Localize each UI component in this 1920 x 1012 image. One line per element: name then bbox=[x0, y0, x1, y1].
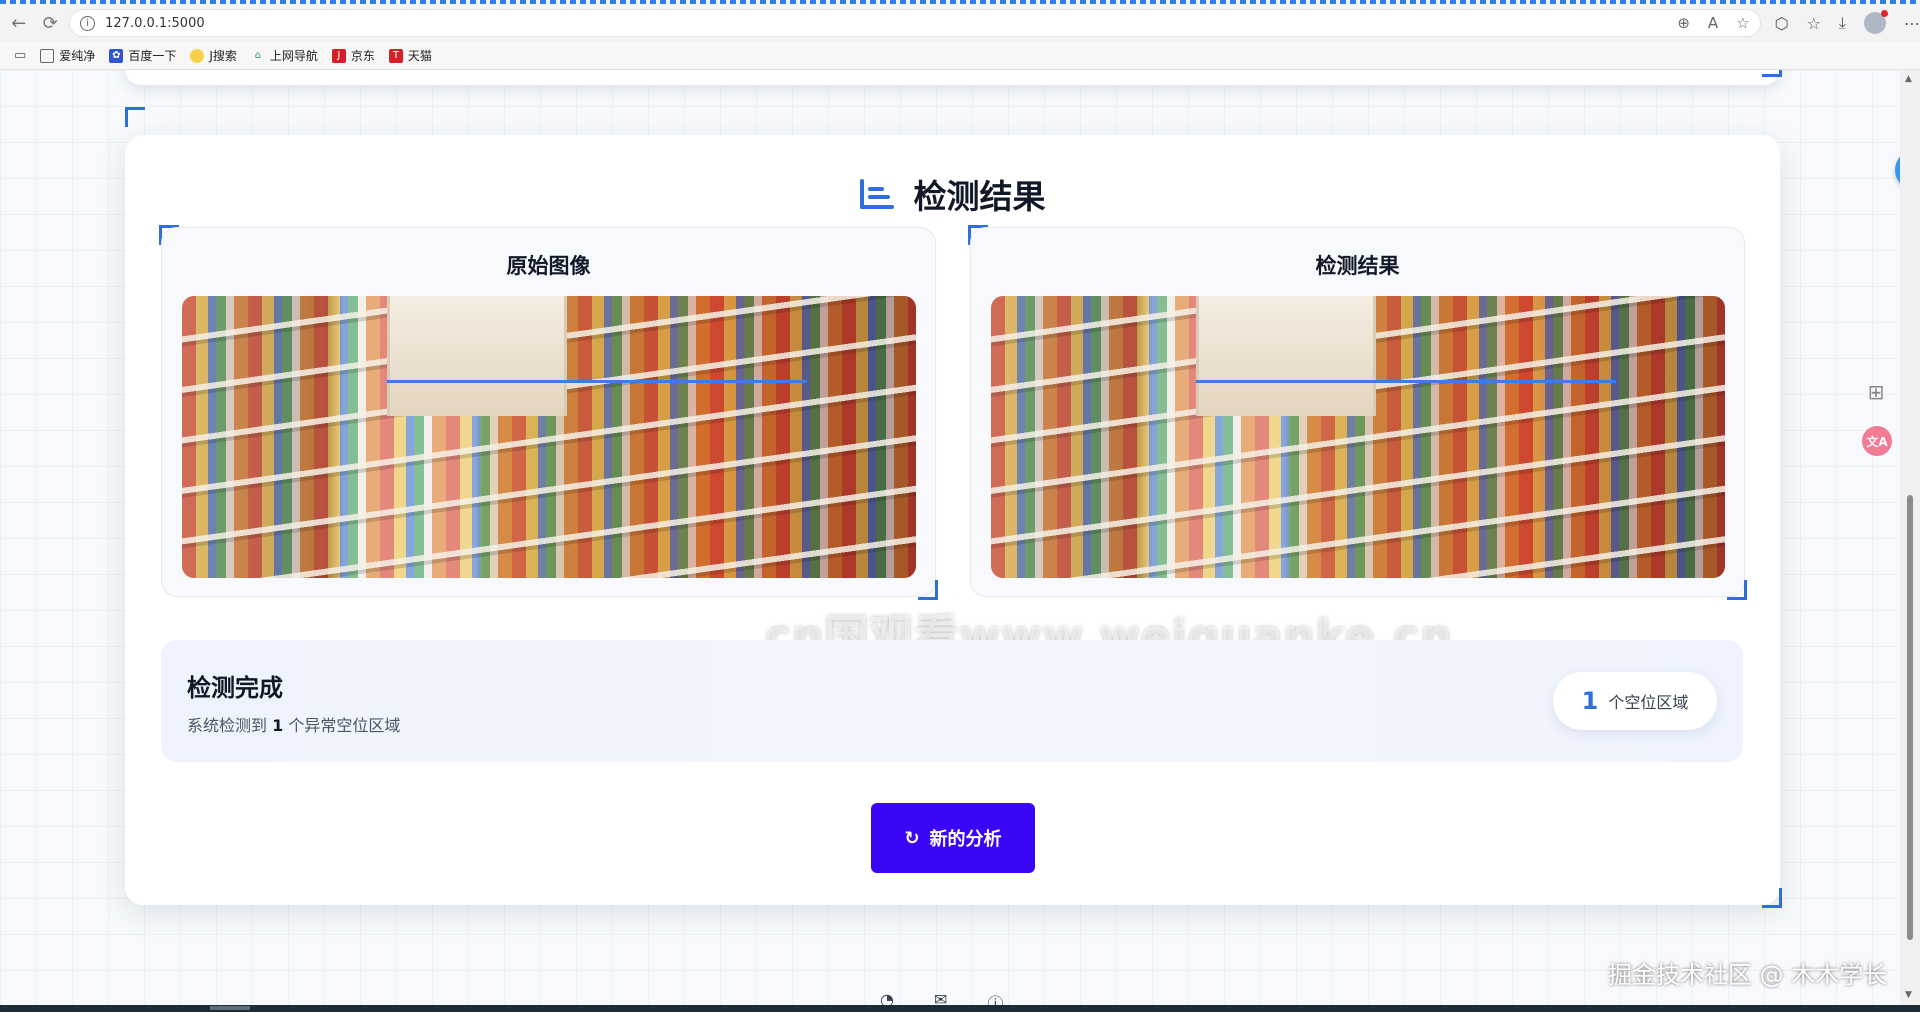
result-image-panel: 检测结果 bbox=[970, 227, 1745, 597]
site-info-icon[interactable]: i bbox=[80, 15, 96, 31]
original-image bbox=[182, 296, 916, 578]
download-icon[interactable]: ⤓ bbox=[1839, 13, 1846, 33]
folder-icon bbox=[40, 48, 55, 63]
github-icon[interactable]: ◔ bbox=[880, 990, 894, 1005]
new-analysis-label: 新的分析 bbox=[929, 829, 1002, 850]
bookmark-nav[interactable]: ⌂ 上网导航 bbox=[251, 47, 318, 64]
corner-accent bbox=[1762, 70, 1782, 77]
result-image bbox=[991, 296, 1725, 578]
empty-area-count-badge: 1 个空位区域 bbox=[1553, 672, 1717, 730]
results-card: 检测结果 原始图像 检测结果 cn国观看www.weiguanke.cn 检测完… bbox=[125, 135, 1780, 905]
credit-watermark: 掘金技术社区 @ 木木学长 bbox=[1608, 961, 1888, 989]
taskbar-strip bbox=[0, 1005, 1920, 1012]
results-header: 检测结果 bbox=[125, 170, 1780, 218]
tmall-logo-icon: T bbox=[388, 48, 403, 63]
back-icon[interactable]: ← bbox=[6, 10, 32, 36]
original-panel-title: 原始图像 bbox=[506, 254, 591, 278]
bookmark-baidu[interactable]: ✿ 百度一下 bbox=[109, 47, 176, 64]
status-description: 系统检测到 1 个异常空位区域 bbox=[187, 716, 401, 735]
original-image-panel: 原始图像 bbox=[161, 227, 936, 597]
bookmark-jsearch[interactable]: J搜索 bbox=[190, 47, 237, 64]
info-icon[interactable]: ⓘ bbox=[987, 990, 1003, 1005]
corner-accent bbox=[125, 107, 145, 127]
baidu-paw-icon: ✿ bbox=[109, 48, 124, 63]
results-title: 检测结果 bbox=[913, 177, 1046, 216]
refresh-icon: ↻ bbox=[904, 827, 920, 849]
search-logo-icon bbox=[190, 48, 205, 63]
new-analysis-button[interactable]: ↻ 新的分析 bbox=[871, 803, 1035, 873]
url-text: 127.0.0.1:5000 bbox=[105, 15, 205, 31]
bookmark-tmall[interactable]: T 天猫 bbox=[388, 47, 432, 64]
scroll-up-arrow[interactable]: ▲ bbox=[1905, 74, 1912, 84]
page-viewport: 检测结果 原始图像 检测结果 cn国观看www.weiguanke.cn 检测完… bbox=[0, 70, 1900, 1005]
mail-icon[interactable]: ✉ bbox=[934, 990, 947, 1005]
result-panel-title: 检测结果 bbox=[1315, 254, 1400, 278]
bookmarks-bar: ▭ 爱纯净 ✿ 百度一下 J搜索 ⌂ 上网导航 J 京东 T 天猫 bbox=[0, 42, 1920, 70]
url-field[interactable]: i 127.0.0.1:5000 ⊕ A ☆ bbox=[69, 9, 1761, 37]
scroll-thumb[interactable] bbox=[1907, 495, 1913, 940]
scroll-down-arrow[interactable]: ▼ bbox=[1905, 990, 1912, 1000]
more-menu-icon[interactable]: ⋯ bbox=[1904, 14, 1920, 33]
qr-grid-icon[interactable]: ⊞ bbox=[1863, 380, 1889, 406]
profile-avatar[interactable] bbox=[1864, 10, 1888, 34]
footer-icons: ◔ ✉ ⓘ bbox=[880, 990, 1003, 1005]
empty-area-label: 个空位区域 bbox=[1608, 693, 1689, 712]
corner-accent bbox=[918, 580, 938, 600]
bookmark-jd[interactable]: J 京东 bbox=[331, 47, 375, 64]
tab-actions-icon[interactable]: ▭ bbox=[14, 48, 26, 63]
translate-icon[interactable]: 文A bbox=[1862, 426, 1892, 456]
favorite-star-icon[interactable]: ☆ bbox=[1736, 14, 1749, 32]
refresh-icon[interactable]: ⟳ bbox=[38, 10, 64, 36]
read-aloud-icon[interactable]: A bbox=[1708, 14, 1718, 32]
page-scrollbar[interactable]: ▲ ▼ bbox=[1900, 70, 1920, 1005]
jd-logo-icon: J bbox=[331, 48, 346, 63]
empty-area-count: 1 bbox=[1581, 687, 1599, 715]
zoom-icon[interactable]: ⊕ bbox=[1677, 14, 1690, 32]
chart-list-icon bbox=[859, 179, 894, 209]
extensions-icon[interactable]: ⬡ bbox=[1775, 14, 1789, 33]
bookmark-aichunjing[interactable]: 爱纯净 bbox=[40, 47, 95, 64]
corner-accent bbox=[1727, 580, 1747, 600]
status-heading: 检测完成 bbox=[187, 674, 283, 702]
previous-section-card bbox=[125, 70, 1780, 85]
address-bar-row: ← ⟳ i 127.0.0.1:5000 ⊕ A ☆ ⬡ ☆ ⤓ ⋯ bbox=[0, 4, 1920, 42]
corner-accent bbox=[1762, 888, 1782, 908]
detection-status-box: 检测完成 系统检测到 1 个异常空位区域 1 个空位区域 bbox=[161, 640, 1743, 762]
favorites-icon[interactable]: ☆ bbox=[1807, 14, 1821, 33]
house-icon: ⌂ bbox=[254, 50, 262, 61]
